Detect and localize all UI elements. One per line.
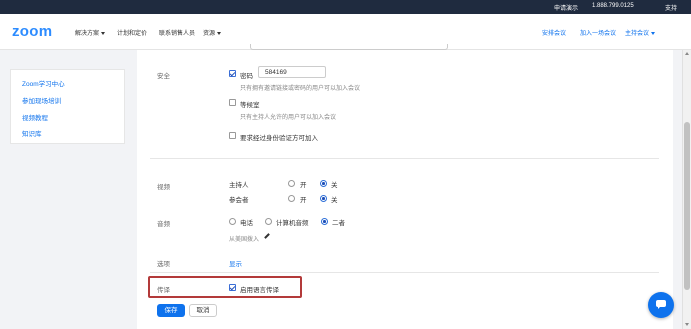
host-video-off-label: 关 (331, 182, 338, 189)
participant-video-on-radio[interactable] (288, 195, 295, 202)
participant-video-on-label: 开 (300, 197, 307, 204)
divider (150, 272, 659, 273)
host-video-label: 主持人 (229, 182, 249, 189)
page-scrollbar[interactable] (682, 50, 691, 329)
sidebar-item-knowledge-base[interactable]: 知识库 (22, 128, 42, 138)
save-button[interactable]: 保存 (157, 304, 185, 317)
nav-solutions-label: 解决方案 (75, 31, 100, 37)
host-video-off-radio[interactable] (320, 180, 327, 187)
scroll-down-icon[interactable] (685, 323, 689, 326)
options-label: 选项 (157, 261, 170, 268)
divider (150, 158, 659, 159)
participant-video-off-label: 关 (331, 197, 338, 204)
learning-sidebar: Zoom学习中心 参加现场培训 视频教程 知识库 (10, 69, 125, 144)
passcode-input[interactable]: 584169 (258, 66, 326, 78)
waiting-room-label: 等候室 (240, 102, 260, 109)
audio-label: 音频 (157, 221, 170, 228)
nav-plans[interactable]: 计划和定价 (117, 28, 147, 37)
video-label: 视频 (157, 184, 170, 191)
host-meeting-label: 主持会议 (625, 31, 650, 37)
passcode-description: 只有拥有邀请链接或密码的用户可以加入会议 (240, 86, 361, 92)
nav-solutions[interactable]: 解决方案 (75, 28, 106, 37)
request-demo-link[interactable]: 申请演示 (554, 3, 578, 12)
chevron-down-icon (101, 31, 106, 35)
scroll-up-icon[interactable] (685, 52, 689, 55)
phone-number: 1.888.799.0125 (592, 3, 634, 9)
nav-resources[interactable]: 资源 (203, 28, 222, 37)
zoom-logo[interactable]: zoom (12, 23, 52, 40)
timezone-select-stub[interactable] (250, 44, 448, 50)
chevron-down-icon (651, 31, 656, 35)
require-auth-label: 要求经过身份验证方可加入 (240, 135, 318, 142)
chat-bubble-icon[interactable] (648, 292, 674, 318)
join-meeting-link[interactable]: 加入一场会议 (580, 28, 616, 37)
participant-video-label: 参会者 (229, 197, 249, 204)
waiting-room-checkbox[interactable] (229, 99, 236, 106)
nav-resources-label: 资源 (203, 31, 216, 37)
schedule-meeting-link[interactable]: 安排会议 (542, 28, 566, 37)
sidebar-item-video-tutorials[interactable]: 视频教程 (22, 112, 48, 122)
chevron-down-icon (217, 31, 222, 35)
sidebar-item-learning-center[interactable]: Zoom学习中心 (22, 78, 65, 88)
participant-video-off-radio[interactable] (320, 195, 327, 202)
audio-computer-radio[interactable] (265, 218, 272, 225)
audio-phone-label: 电话 (240, 220, 253, 227)
dial-in-country: 从美国拨入 (229, 237, 260, 243)
passcode-checkbox[interactable] (229, 70, 236, 77)
highlight-box (148, 276, 302, 298)
audio-both-radio[interactable] (321, 218, 328, 225)
audio-both-label: 二者 (332, 220, 345, 227)
host-video-on-label: 开 (300, 182, 307, 189)
cancel-button[interactable]: 取消 (189, 304, 217, 317)
nav-contact-sales[interactable]: 联系销售人员 (159, 28, 195, 37)
host-video-on-radio[interactable] (288, 180, 295, 187)
support-link[interactable]: 支持 (665, 3, 677, 12)
audio-phone-radio[interactable] (229, 218, 236, 225)
passcode-label: 密码 (240, 73, 253, 80)
security-label: 安全 (157, 73, 170, 80)
waiting-room-description: 只有主持人允许的用户可以加入会议 (240, 115, 337, 121)
sidebar-item-live-training[interactable]: 参加现场培训 (22, 95, 61, 105)
host-meeting-link[interactable]: 主持会议 (625, 28, 656, 37)
require-auth-checkbox[interactable] (229, 132, 236, 139)
scrollbar-thumb[interactable] (684, 122, 690, 290)
audio-computer-label: 计算机音频 (276, 220, 309, 227)
show-options-link[interactable]: 显示 (229, 258, 242, 268)
top-utility-bar: 申请演示 1.888.799.0125 支持 (0, 0, 691, 14)
